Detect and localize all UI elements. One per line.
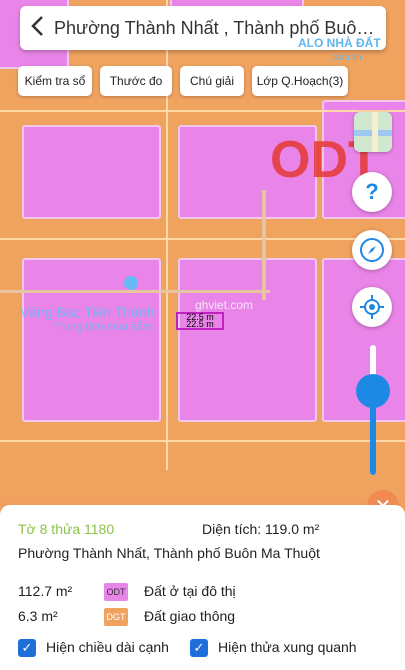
- crosshair-icon: [360, 295, 384, 319]
- legend-button[interactable]: Chú giải: [180, 66, 244, 96]
- locate-button[interactable]: [352, 287, 392, 327]
- map-layer-thumbnail[interactable]: [354, 112, 392, 152]
- site-label: ghviet.com: [195, 298, 254, 312]
- compass-icon: [360, 238, 384, 262]
- road-line: [0, 238, 405, 240]
- compass-button[interactable]: [352, 230, 392, 270]
- road-line: [262, 190, 266, 300]
- dimension-bottom: 22.5 m: [186, 319, 214, 329]
- land-use-amount: 6.3 m²: [18, 608, 58, 624]
- parcel-dimension[interactable]: 22.5 m 22.5 m: [176, 312, 224, 330]
- check-icon: ✓: [21, 640, 33, 655]
- map-block[interactable]: [22, 258, 161, 422]
- parcel-address: Phường Thành Nhất, Thành phố Buôn Ma Thu…: [18, 545, 320, 561]
- land-use-badge: ODT: [104, 583, 128, 601]
- show-neighbors-label[interactable]: Hiện thửa xung quanh: [218, 639, 357, 655]
- check-icon: ✓: [193, 640, 205, 655]
- map-block[interactable]: [22, 125, 161, 219]
- road-line: [0, 290, 270, 293]
- chevron-left-icon: [31, 15, 43, 36]
- parcel-area: Diện tích: 119.0 m²: [202, 521, 320, 537]
- parcel-number: Tờ 8 thửa 1180: [18, 521, 115, 537]
- check-book-button[interactable]: Kiểm tra sổ: [18, 66, 92, 96]
- planning-layer-button[interactable]: Lớp Q.Hoạch(3): [252, 66, 348, 96]
- land-use-badge: DGT: [104, 608, 128, 626]
- road-line: [0, 440, 405, 442]
- land-use-name: Đất giao thông: [144, 608, 236, 624]
- zoom-slider-handle[interactable]: [356, 374, 390, 408]
- mall-label: Trung tâm mua sắm: [54, 321, 153, 333]
- show-edge-length-checkbox[interactable]: ✓: [18, 639, 36, 657]
- land-use-amount: 112.7 m²: [18, 583, 73, 599]
- map-block[interactable]: [178, 258, 317, 422]
- show-edge-length-label[interactable]: Hiện chiều dài cạnh: [46, 639, 169, 655]
- show-neighbors-checkbox[interactable]: ✓: [190, 639, 208, 657]
- help-button[interactable]: ?: [352, 172, 392, 212]
- watermark-domain: .com.vn: [330, 52, 362, 62]
- road-line: [0, 110, 405, 112]
- watermark-brand: ALO NHÀ ĐẤT: [298, 36, 381, 50]
- question-icon: ?: [365, 179, 379, 204]
- parcel-info-panel: Tờ 8 thửa 1180 Diện tích: 119.0 m² Phườn…: [0, 505, 405, 670]
- location-pin-icon: [124, 276, 138, 290]
- land-use-name: Đất ở tại đô thị: [144, 583, 236, 599]
- back-button[interactable]: [20, 13, 54, 44]
- shop-label: Vàng Bạc Tiến Thành: [20, 304, 155, 320]
- measure-button[interactable]: Thước đo: [100, 66, 172, 96]
